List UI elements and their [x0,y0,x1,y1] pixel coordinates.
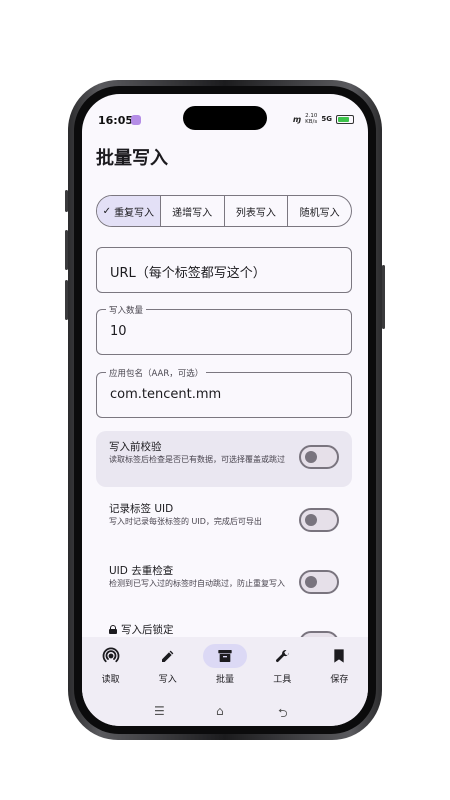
nav-item-write[interactable]: 写入 [139,637,196,697]
setting-verify-before-write[interactable]: 写入前校验 读取标签后检查是否已有数据，可选择覆盖或跳过 [96,431,352,487]
back-icon[interactable]: ⮌ [278,704,288,725]
write-count-value: 10 [110,324,127,339]
setting-uid-dedup[interactable]: UID 去重检查 检测到已写入过的标签时自动跳过，防止重复写入 [96,555,352,611]
nfc-icon [102,647,119,663]
status-bar: 16:05 ɱ 2.10 KB/s 5G [82,94,368,134]
signal-icon: 5G [321,115,332,123]
nfc-status-icon: ɱ [292,114,302,124]
mode-list-write[interactable]: 列表写入 [223,196,288,226]
page-title: 批量写入 [96,148,168,169]
mode-random-write[interactable]: 随机写入 [287,196,351,226]
write-mode-selector: ✓ 重复写入 递增写入 列表写入 随机写入 [96,195,352,227]
home-icon[interactable]: ⌂ [216,704,224,718]
verify-before-write-switch[interactable] [299,445,339,469]
mode-increment-write[interactable]: 递增写入 [159,196,224,226]
pencil-icon [161,650,174,662]
dynamic-island [183,106,267,130]
uid-dedup-switch[interactable] [299,570,339,594]
package-name-field[interactable]: 应用包名（AAR，可选） com.tencent.mm [96,367,352,418]
app-screen: 16:05 ɱ 2.10 KB/s 5G 批量写入 ✓ 重复写入 递增写入 列表… [82,94,368,726]
notification-app-icon [131,115,141,125]
setting-description: 检测到已写入过的标签时自动跳过，防止重复写入 [109,579,285,588]
system-navigation-bar: ☰ ⌂ ⮌ [82,697,368,726]
nav-item-read[interactable]: 读取 [82,637,139,697]
action-button [65,190,68,212]
setting-record-uid[interactable]: 记录标签 UID 写入时记录每张标签的 UID，完成后可导出 [96,493,352,549]
write-count-label: 写入数量 [106,304,147,316]
record-uid-switch[interactable] [299,508,339,532]
setting-title: UID 去重检查 [109,565,174,577]
network-speed: 2.10 KB/s [305,113,318,125]
nav-item-tools[interactable]: 工具 [254,637,311,697]
stage: 16:05 ɱ 2.10 KB/s 5G 批量写入 ✓ 重复写入 递增写入 列表… [0,0,450,800]
battery-icon [336,114,354,124]
volume-up-button [65,230,68,270]
status-indicators: ɱ 2.10 KB/s 5G [293,113,354,125]
package-name-label: 应用包名（AAR，可选） [106,367,207,379]
bookmark-icon [334,649,345,663]
bottom-navigation: 读取 写入 批量 工具 保存 [82,637,368,697]
write-count-field[interactable]: 写入数量 10 [96,304,352,355]
mode-repeat-write[interactable]: ✓ 重复写入 [97,196,160,226]
nav-item-batch[interactable]: 批量 [196,637,253,697]
setting-title: 记录标签 UID [109,503,174,515]
wrench-icon [275,649,289,662]
setting-title: 写入后锁定 [121,624,174,636]
setting-description: 写入时记录每张标签的 UID，完成后可导出 [109,517,262,526]
setting-title: 写入前校验 [109,441,162,453]
status-time: 16:05 [98,114,134,127]
archive-box-icon [218,650,232,662]
url-placeholder: URL（每个标签都写这个） [110,266,266,281]
check-icon: ✓ [102,205,112,217]
setting-description: 读取标签后检查是否已有数据，可选择覆盖或跳过 [109,455,285,464]
url-field[interactable]: URL（每个标签都写这个） [96,247,352,293]
menu-icon[interactable]: ☰ [154,704,165,718]
package-name-value: com.tencent.mm [110,387,222,402]
power-button [382,265,385,329]
nav-item-save[interactable]: 保存 [311,637,368,697]
lock-icon [109,625,117,634]
volume-down-button [65,280,68,320]
phone-frame: 16:05 ɱ 2.10 KB/s 5G 批量写入 ✓ 重复写入 递增写入 列表… [65,80,385,740]
